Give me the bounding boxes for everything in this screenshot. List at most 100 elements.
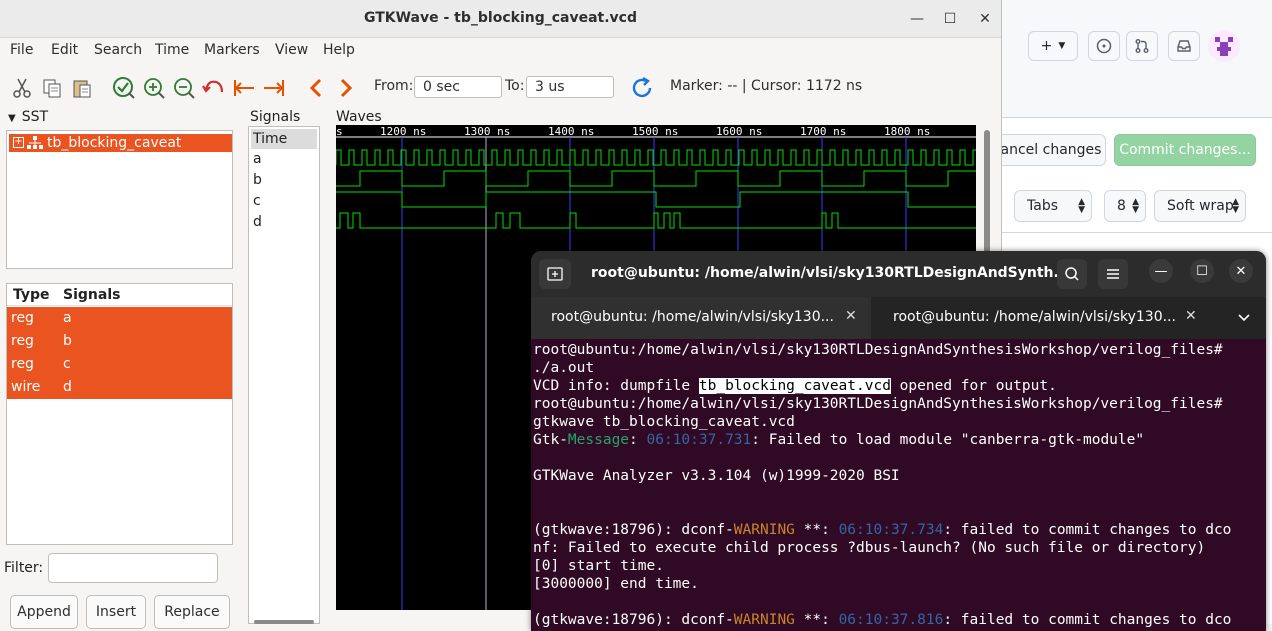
- reload-icon[interactable]: [630, 76, 654, 100]
- window-title: GTKWave - tb_blocking_caveat.vcd: [363, 10, 638, 26]
- hamburger-menu-icon[interactable]: [1098, 259, 1128, 289]
- signals-column-header[interactable]: Signals: [63, 287, 120, 303]
- zoom-in-icon[interactable]: [142, 76, 166, 100]
- timestamp: 06:10:37.731: [646, 432, 752, 448]
- time-tick: 1800 ns: [884, 125, 930, 138]
- zoom-fit-icon[interactable]: [112, 76, 136, 100]
- indent-mode-value: Tabs: [1027, 198, 1058, 214]
- titlebar: GTKWave - tb_blocking_caveat.vcd — ☐ ✕: [0, 0, 1001, 38]
- menu-file[interactable]: File: [10, 42, 33, 58]
- find-previous-edge-icon[interactable]: [304, 76, 328, 100]
- terminal-output[interactable]: root@ubuntu:/home/alwin/vlsi/sky130RTLDe…: [533, 341, 1266, 629]
- select-arrows-icon: ▲ ▼: [1132, 197, 1139, 215]
- terminal-tab-2[interactable]: root@ubuntu: /home/alwin/vlsi/sky130... …: [873, 297, 1213, 339]
- zoom-to-start-icon[interactable]: [232, 76, 256, 100]
- search-icon[interactable]: [1057, 259, 1087, 289]
- tab-list-button[interactable]: [1235, 297, 1261, 339]
- create-new-button[interactable]: + ▼: [1028, 31, 1078, 61]
- waveform-c: [336, 191, 976, 208]
- to-time-input[interactable]: 3 us: [526, 76, 614, 98]
- sst-item-tb-blocking-caveat[interactable]: + tb_blocking_caveat: [9, 134, 232, 152]
- avatar[interactable]: [1208, 30, 1240, 62]
- terminal-line: root@ubuntu:/home/alwin/vlsi/sky130RTLDe…: [533, 396, 1223, 412]
- terminal-text: **:: [794, 612, 839, 628]
- menu-edit[interactable]: Edit: [51, 42, 78, 58]
- terminal-headerbar: root@ubuntu: /home/alwin/vlsi/sky130RTLD…: [531, 251, 1266, 297]
- terminal-tab-1[interactable]: root@ubuntu: /home/alwin/vlsi/sky130... …: [531, 297, 871, 339]
- waveform-a: [335, 149, 976, 166]
- signal-c[interactable]: c: [251, 191, 317, 211]
- signal-time[interactable]: Time: [251, 129, 317, 149]
- minimize-button[interactable]: —: [1149, 259, 1173, 283]
- time-tick: s: [336, 125, 343, 138]
- type-signals-list: Type Signals reg a reg b reg c wire d: [6, 283, 233, 545]
- tab-label: root@ubuntu: /home/alwin/vlsi/sky130...: [893, 309, 1176, 325]
- signals-pane: Time a b c d: [248, 126, 320, 624]
- terminal-text: Gtk-: [533, 432, 568, 448]
- time-tick: 1200 ns: [380, 125, 426, 138]
- signal-row-b[interactable]: reg b: [7, 330, 232, 353]
- close-tab-icon[interactable]: ✕: [845, 308, 857, 324]
- issues-icon[interactable]: [1088, 31, 1120, 61]
- terminal-line: [3000000] end time.: [533, 576, 699, 592]
- menu-view[interactable]: View: [275, 42, 308, 58]
- wrap-mode-select[interactable]: Soft wrap ▲ ▼: [1154, 190, 1246, 222]
- browser-header: + ▼: [1000, 0, 1272, 118]
- close-button[interactable]: ✕: [1229, 259, 1253, 283]
- signal-a[interactable]: a: [251, 149, 317, 169]
- signal-row-c[interactable]: reg c: [7, 353, 232, 376]
- terminal-text: : failed to commit changes to dco: [943, 612, 1232, 628]
- vertical-scrollbar[interactable]: [984, 130, 990, 270]
- terminal-text: (gtkwave:18796): dconf-: [533, 612, 734, 628]
- close-tab-icon[interactable]: ✕: [1185, 308, 1197, 324]
- zoom-out-icon[interactable]: [172, 76, 196, 100]
- signal-name: b: [63, 333, 72, 349]
- cut-icon[interactable]: [10, 76, 34, 100]
- indent-mode-select[interactable]: Tabs ▲ ▼: [1014, 190, 1092, 222]
- horizontal-scrollbar[interactable]: [254, 620, 314, 624]
- new-tab-button[interactable]: [539, 259, 571, 289]
- signal-row-d[interactable]: wire d: [7, 376, 232, 399]
- signal-d[interactable]: d: [251, 212, 317, 232]
- type-column-header[interactable]: Type: [13, 287, 50, 303]
- signal-b[interactable]: b: [251, 170, 317, 190]
- terminal-text: :: [629, 432, 647, 448]
- signal-type: reg: [11, 310, 34, 326]
- zoom-to-end-icon[interactable]: [262, 76, 286, 100]
- signals-pane-label: Signals: [250, 109, 301, 125]
- time-tick: 1700 ns: [800, 125, 846, 138]
- maximize-button[interactable]: ☐: [939, 8, 961, 30]
- cancel-changes-button[interactable]: ancel changes: [996, 134, 1106, 166]
- pull-requests-icon[interactable]: [1126, 31, 1158, 61]
- divider: [1000, 232, 1272, 233]
- copy-icon[interactable]: [40, 76, 64, 100]
- terminal-text: **:: [794, 522, 839, 538]
- close-button[interactable]: ✕: [974, 8, 996, 30]
- sst-label: SST: [21, 109, 49, 125]
- menu-time[interactable]: Time: [155, 42, 189, 58]
- menu-search[interactable]: Search: [94, 42, 142, 58]
- menu-markers[interactable]: Markers: [204, 42, 260, 58]
- commit-changes-button[interactable]: Commit changes...: [1114, 134, 1256, 166]
- menu-help[interactable]: Help: [323, 42, 355, 58]
- terminal-line: [0] start time.: [533, 558, 664, 574]
- maximize-button[interactable]: ☐: [1190, 259, 1214, 283]
- undo-zoom-icon[interactable]: [202, 76, 226, 100]
- filter-label: Filter:: [4, 560, 44, 576]
- find-next-edge-icon[interactable]: [334, 76, 358, 100]
- filter-input[interactable]: [48, 553, 218, 583]
- inbox-icon[interactable]: [1168, 31, 1200, 61]
- expand-icon[interactable]: +: [13, 137, 24, 148]
- terminal-text: : Failed to load module "canberra-gtk-mo…: [751, 432, 1145, 448]
- sst-header[interactable]: ▼ SST: [8, 109, 48, 125]
- from-time-input[interactable]: 0 sec: [414, 76, 502, 98]
- paste-icon[interactable]: [70, 76, 94, 100]
- terminal-line: Gtk-Message: 06:10:37.731: Failed to loa…: [533, 431, 1266, 449]
- hierarchy-icon: [27, 136, 43, 155]
- menubar: File Edit Search Time Markers View Help: [0, 38, 1001, 64]
- minimize-button[interactable]: —: [906, 8, 928, 30]
- timestamp: 06:10:37.734: [838, 522, 944, 538]
- select-arrows-icon: ▲ ▼: [1078, 197, 1085, 215]
- indent-size-select[interactable]: 8 ▲ ▼: [1104, 190, 1146, 222]
- signal-row-a[interactable]: reg a: [7, 307, 232, 330]
